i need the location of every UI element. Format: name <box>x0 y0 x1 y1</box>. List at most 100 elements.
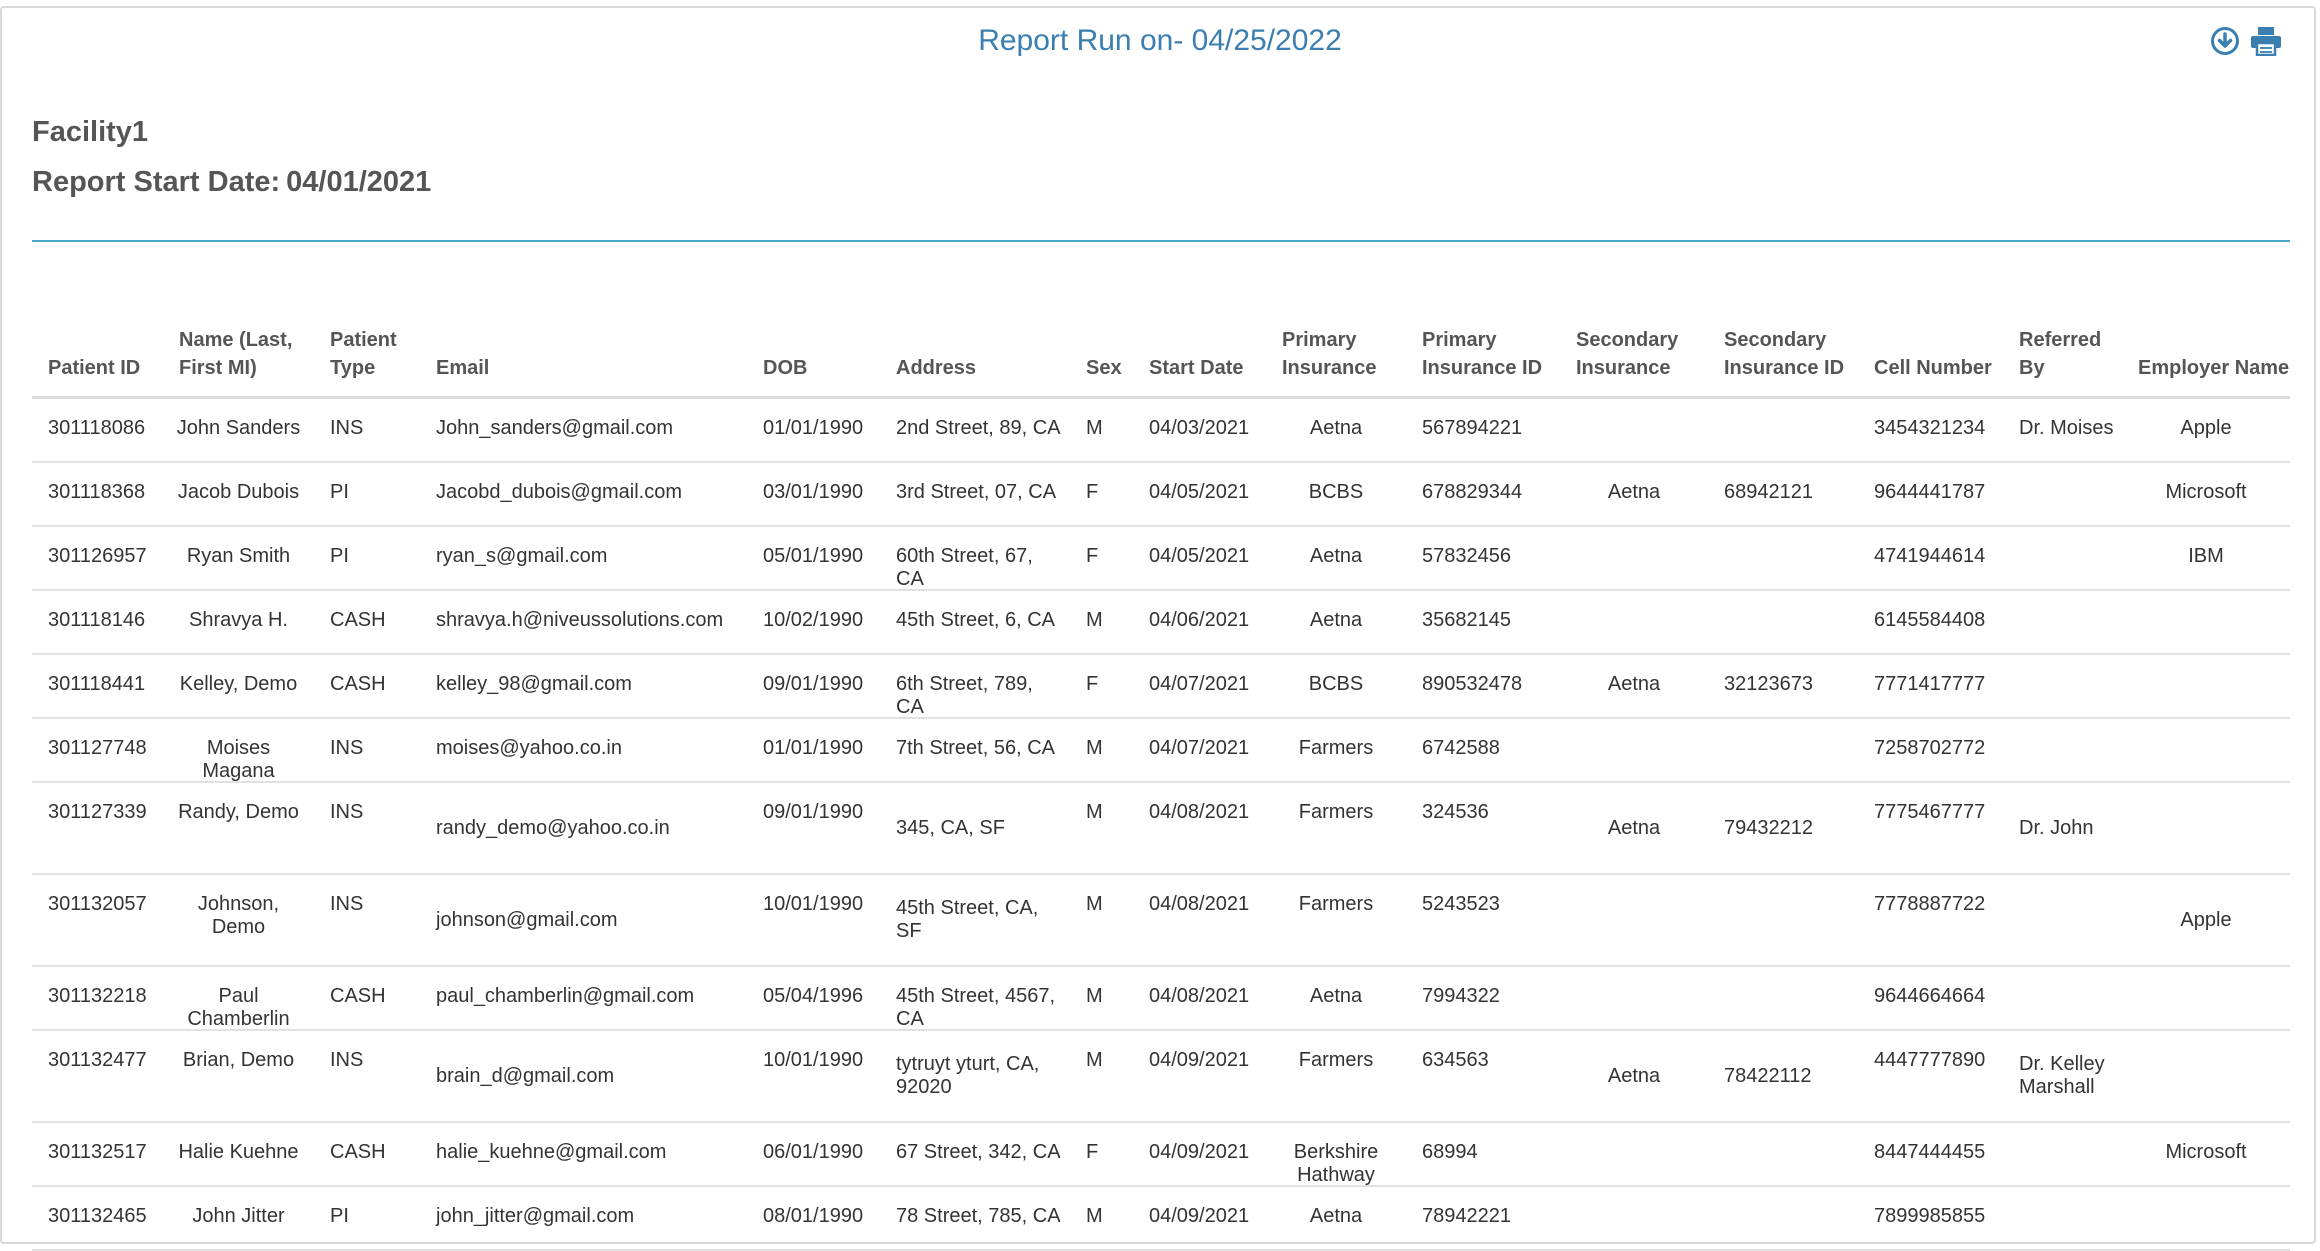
cell-primary-insurance: BCBS <box>1308 481 1364 503</box>
download-icon[interactable] <box>2210 26 2240 56</box>
cell-cell-number: 7778887722 <box>1874 893 1986 915</box>
column-header-name: Name (Last, First MI) <box>179 329 293 379</box>
cell-referred-by <box>2003 527 2122 545</box>
cell-dob: 09/01/1990 <box>763 673 864 695</box>
cell-email: johnson@gmail.com <box>436 908 618 931</box>
section-divider <box>32 240 2290 242</box>
cell-dob: 05/04/1996 <box>763 985 864 1007</box>
cell-address: 45th Street, 4567, CA <box>896 985 1056 1030</box>
table-row: 301132517 Halie Kuehne CASH halie_kuehne@gm… <box>32 1123 2290 1187</box>
cell-start-date: 04/08/2021 <box>1149 801 1250 823</box>
cell-secondary-insurance-id: 79432212 <box>1724 816 1813 839</box>
cell-primary-insurance-id: 57832456 <box>1422 545 1511 567</box>
cell-employer-name: Apple <box>2180 417 2232 439</box>
cell-patient-type: INS <box>330 801 364 823</box>
cell-patient-type: CASH <box>330 609 386 631</box>
cell-start-date: 04/07/2021 <box>1149 737 1250 759</box>
cell-secondary-insurance <box>1560 527 1708 545</box>
cell-name: John Sanders <box>176 417 301 439</box>
cell-primary-insurance-id: 324536 <box>1422 801 1489 823</box>
table-header-row: Patient ID Name (Last, First MI) Patient… <box>32 292 2290 399</box>
cell-patient-id: 301118441 <box>48 673 146 695</box>
cell-patient-id: 301132057 <box>48 893 147 915</box>
cell-sex: F <box>1086 1141 1099 1163</box>
cell-secondary-insurance-id <box>1708 527 1858 545</box>
cell-dob: 06/01/1990 <box>763 1141 864 1163</box>
cell-patient-type: PI <box>330 545 349 567</box>
cell-secondary-insurance-id <box>1708 399 1858 417</box>
cell-sex: F <box>1086 545 1099 567</box>
cell-secondary-insurance <box>1560 1123 1708 1141</box>
column-header-sex: Sex <box>1086 357 1122 379</box>
cell-primary-insurance-id: 567894221 <box>1422 417 1523 439</box>
column-header-address: Address <box>896 357 977 379</box>
cell-cell-number: 9644664664 <box>1874 985 1986 1007</box>
cell-employer-name: Microsoft <box>2165 481 2247 503</box>
cell-cell-number: 4741944614 <box>1874 545 1986 567</box>
column-header-secondary-insurance-id: Secondary Insurance ID <box>1724 329 1845 379</box>
cell-secondary-insurance-id: 68942121 <box>1724 481 1813 503</box>
cell-primary-insurance: BCBS <box>1308 673 1364 695</box>
cell-patient-type: CASH <box>330 673 386 695</box>
patient-report-table: Patient ID Name (Last, First MI) Patient… <box>32 292 2290 1251</box>
start-date-label: Report Start Date: <box>32 166 281 198</box>
cell-sex: M <box>1086 801 1103 823</box>
cell-email: john_jitter@gmail.com <box>436 1205 635 1227</box>
cell-employer-name <box>2122 655 2290 673</box>
cell-secondary-insurance: Aetna <box>1607 481 1661 503</box>
cell-patient-id: 301127339 <box>48 801 147 823</box>
cell-address: 2nd Street, 89, CA <box>896 417 1061 439</box>
cell-patient-type: INS <box>330 1049 364 1071</box>
column-header-employer-name: Employer Name <box>2138 357 2290 379</box>
cell-address: 3rd Street, 07, CA <box>896 481 1057 503</box>
cell-secondary-insurance: Aetna <box>1607 673 1661 695</box>
column-header-patient-type: Patient Type <box>330 329 397 379</box>
cell-address: 67 Street, 342, CA <box>896 1141 1061 1163</box>
cell-patient-id: 301132517 <box>48 1141 147 1163</box>
cell-email: brain_d@gmail.com <box>436 1064 615 1087</box>
cell-email: halie_kuehne@gmail.com <box>436 1141 667 1163</box>
cell-sex: F <box>1086 481 1099 503</box>
cell-patient-id: 301118086 <box>48 417 146 439</box>
cell-cell-number: 9644441787 <box>1874 481 1986 503</box>
cell-patient-id: 301127748 <box>48 737 147 759</box>
cell-sex: M <box>1086 1049 1103 1071</box>
cell-primary-insurance-id: 890532478 <box>1422 673 1523 695</box>
table-row: 301132057 Johnson, Demo INS johnson@gmail.c… <box>32 875 2290 967</box>
cell-primary-insurance: Aetna <box>1309 417 1363 439</box>
table-row: 301132465 John Jitter PI john_jitter@gmail.… <box>32 1187 2290 1251</box>
cell-primary-insurance: Aetna <box>1309 1205 1363 1227</box>
cell-primary-insurance-id: 78942221 <box>1422 1205 1511 1227</box>
cell-address: 60th Street, 67, CA <box>896 545 1033 590</box>
cell-dob: 01/01/1990 <box>763 737 864 759</box>
cell-secondary-insurance: Aetna <box>1607 1064 1661 1087</box>
cell-primary-insurance-id: 634563 <box>1422 1049 1489 1071</box>
cell-name: Jacob Dubois <box>177 481 300 503</box>
cell-primary-insurance: Farmers <box>1298 893 1374 915</box>
cell-primary-insurance-id: 6742588 <box>1422 737 1500 759</box>
cell-dob: 01/01/1990 <box>763 417 864 439</box>
column-header-email: Email <box>436 357 490 379</box>
cell-primary-insurance-id: 5243523 <box>1422 893 1500 915</box>
cell-sex: M <box>1086 893 1103 915</box>
cell-email: paul_chamberlin@gmail.com <box>436 985 695 1007</box>
cell-secondary-insurance-id <box>1708 1187 1858 1205</box>
cell-dob: 10/01/1990 <box>763 893 864 915</box>
cell-primary-insurance-id: 68994 <box>1422 1141 1478 1163</box>
cell-start-date: 04/05/2021 <box>1149 481 1250 503</box>
cell-dob: 03/01/1990 <box>763 481 864 503</box>
cell-primary-insurance: Farmers <box>1298 1049 1374 1071</box>
cell-patient-id: 301132477 <box>48 1049 147 1071</box>
table-row: 301126957 Ryan Smith PI ryan_s@gmail.com 05/… <box>32 527 2290 591</box>
cell-cell-number: 7775467777 <box>1874 801 1986 823</box>
cell-name: Johnson, Demo <box>197 893 280 938</box>
cell-employer-name: IBM <box>2188 545 2224 567</box>
cell-secondary-insurance-id <box>1708 591 1858 609</box>
report-toolbar <box>2210 26 2282 56</box>
cell-name: Kelley, Demo <box>179 673 298 695</box>
start-date-value: 04/01/2021 <box>286 166 432 198</box>
cell-address: 45th Street, CA, SF <box>896 897 1039 942</box>
cell-patient-type: INS <box>330 737 364 759</box>
table-row: 301118368 Jacob Dubois PI Jacobd_dubois@gma… <box>32 463 2290 527</box>
print-icon[interactable] <box>2250 26 2282 56</box>
